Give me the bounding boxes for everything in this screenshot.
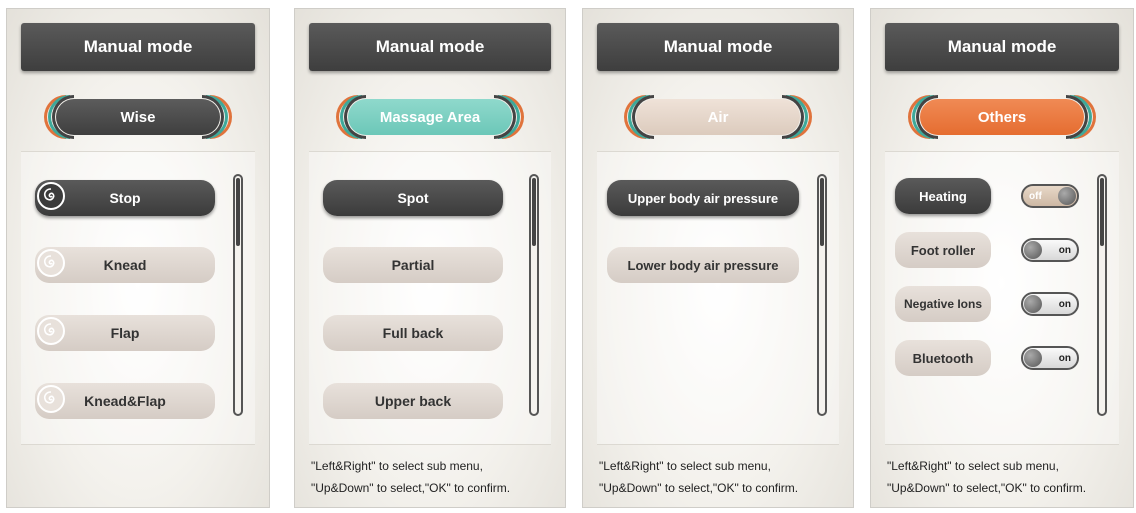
menu-item-spot[interactable]: Spot	[323, 180, 503, 216]
toggle-state: on	[1058, 353, 1071, 364]
help-text: "Left&Right" to select sub menu, "Up&Dow…	[887, 459, 1087, 495]
menu-item-label: Full back	[382, 325, 444, 341]
foot-roller-toggle[interactable]: on	[1021, 238, 1079, 262]
scrollbar-thumb[interactable]	[820, 178, 824, 246]
category-wise[interactable]: Wise	[56, 99, 220, 135]
negative-ions-toggle[interactable]: on	[1021, 292, 1079, 316]
toggle-knob	[1024, 349, 1042, 367]
panel-title: Manual mode	[597, 23, 839, 71]
menu-item-label: Bluetooth	[912, 350, 974, 366]
panel-massage-area: Manual mode Massage Area Spot Partial Fu…	[294, 8, 566, 508]
menu-item-foot-roller[interactable]: Foot roller	[895, 232, 991, 268]
panel-title: Manual mode	[885, 23, 1119, 71]
massage-spiral-icon	[37, 385, 65, 413]
help-text: "Left&Right" to select sub menu, "Up&Dow…	[599, 459, 799, 495]
panel-air: Manual mode Air Upper body air pressure …	[582, 8, 854, 508]
menu-list: Heating off Foot roller on Negative Ions…	[885, 151, 1119, 445]
menu-item-flap[interactable]: Flap	[35, 315, 215, 351]
menu-item-label: Knead&Flap	[84, 393, 166, 409]
menu-item-upper-body-air[interactable]: Upper body air pressure	[607, 180, 799, 216]
toggle-knob	[1024, 241, 1042, 259]
scrollbar[interactable]	[817, 174, 827, 416]
category-air[interactable]: Air	[636, 99, 800, 135]
menu-item-stop[interactable]: Stop	[35, 180, 215, 216]
menu-item-label: Flap	[110, 325, 140, 341]
category-selector[interactable]: Massage Area	[336, 95, 524, 139]
menu-item-heating[interactable]: Heating	[895, 178, 991, 214]
toggle-state: on	[1058, 245, 1071, 256]
toggle-state: off	[1029, 191, 1042, 202]
menu-item-label: Upper back	[374, 393, 452, 409]
menu-item-knead-flap[interactable]: Knead&Flap	[35, 383, 215, 419]
help-text: "Left&Right" to select sub menu, "Up&Dow…	[311, 459, 511, 495]
toggle-state: on	[1058, 299, 1071, 310]
bluetooth-toggle[interactable]: on	[1021, 346, 1079, 370]
menu-item-knead[interactable]: Knead	[35, 247, 215, 283]
scrollbar-thumb[interactable]	[236, 178, 240, 246]
menu-item-upper-back[interactable]: Upper back	[323, 383, 503, 419]
menu-list: Spot Partial Full back Upper back	[309, 151, 551, 445]
menu-item-label: Partial	[391, 257, 435, 273]
category-others[interactable]: Others	[920, 99, 1084, 135]
toggle-knob	[1058, 187, 1076, 205]
menu-item-label: Foot roller	[910, 242, 976, 258]
menu-list: Stop Knead Flap Knead&Flap	[21, 151, 255, 445]
scrollbar[interactable]	[1097, 174, 1107, 416]
menu-item-partial[interactable]: Partial	[323, 247, 503, 283]
scrollbar-thumb[interactable]	[1100, 178, 1104, 246]
panel-others: Manual mode Others Heating off Foot roll…	[870, 8, 1134, 508]
category-massage-area[interactable]: Massage Area	[348, 99, 512, 135]
menu-item-label: Upper body air pressure	[627, 190, 779, 206]
menu-item-label: Negative Ions	[903, 297, 983, 311]
menu-item-full-back[interactable]: Full back	[323, 315, 503, 351]
menu-item-lower-body-air[interactable]: Lower body air pressure	[607, 247, 799, 283]
scrollbar-thumb[interactable]	[532, 178, 536, 246]
massage-spiral-icon	[37, 317, 65, 345]
scrollbar[interactable]	[233, 174, 243, 416]
menu-item-label: Spot	[397, 190, 429, 206]
panel-title: Manual mode	[309, 23, 551, 71]
category-selector[interactable]: Air	[624, 95, 812, 139]
toggle-knob	[1024, 295, 1042, 313]
category-selector[interactable]: Wise	[44, 95, 232, 139]
scrollbar[interactable]	[529, 174, 539, 416]
menu-item-bluetooth[interactable]: Bluetooth	[895, 340, 991, 376]
menu-item-label: Lower body air pressure	[627, 257, 779, 273]
menu-item-label: Stop	[109, 190, 141, 206]
menu-list: Upper body air pressure Lower body air p…	[597, 151, 839, 445]
menu-item-negative-ions[interactable]: Negative Ions	[895, 286, 991, 322]
category-selector[interactable]: Others	[908, 95, 1096, 139]
menu-item-label: Heating	[919, 188, 967, 204]
menu-item-label: Knead	[103, 257, 147, 273]
panel-wise: Manual mode Wise Stop Knead Flap Knead&F…	[6, 8, 270, 508]
panel-title: Manual mode	[21, 23, 255, 71]
heating-toggle[interactable]: off	[1021, 184, 1079, 208]
massage-spiral-icon	[37, 249, 65, 277]
massage-spiral-icon	[37, 182, 65, 210]
